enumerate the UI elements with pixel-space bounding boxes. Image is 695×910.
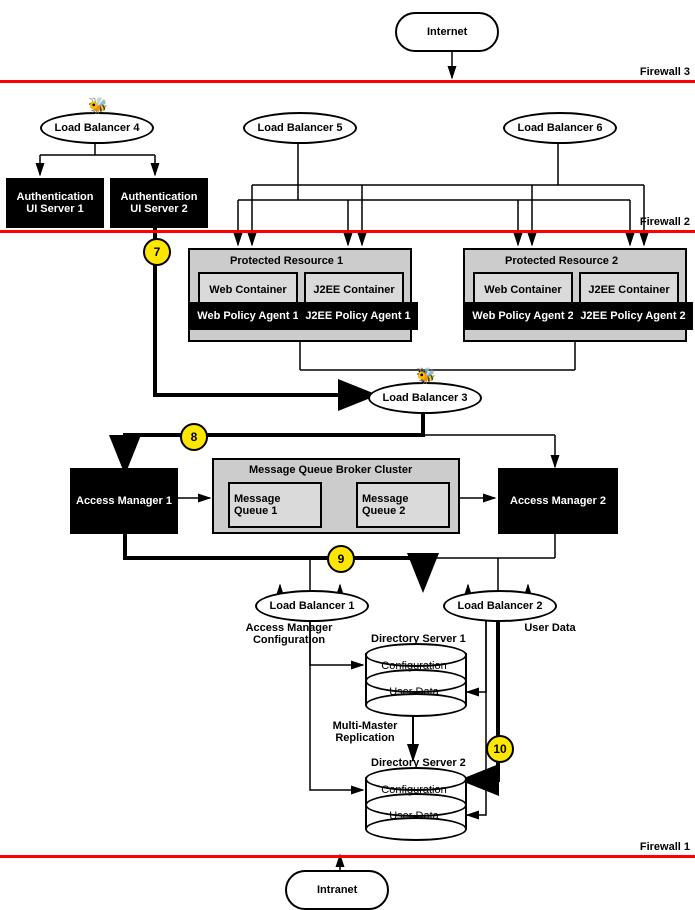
load-balancer-3: Load Balancer 3 xyxy=(368,382,482,414)
mmr-label: Multi-Master Replication xyxy=(320,720,410,744)
mq-broker-cluster: Message Queue Broker Cluster Message Que… xyxy=(212,458,460,534)
marker-10: 10 xyxy=(486,735,514,763)
bee-icon: 🐝 xyxy=(88,96,108,116)
load-balancer-6: Load Balancer 6 xyxy=(503,112,617,144)
firewall-2-label: Firewall 2 xyxy=(640,216,690,228)
firewall-3-label: Firewall 3 xyxy=(640,66,690,78)
web-policy-agent-2: Web Policy Agent 2 xyxy=(465,302,581,330)
web-policy-agent-1: Web Policy Agent 1 xyxy=(190,302,306,330)
message-queue-2: Message Queue 2 xyxy=(356,482,450,528)
ds1-config: Configuration xyxy=(365,660,463,672)
directory-server-2: Configuration User Data xyxy=(365,767,463,837)
j2ee-policy-agent-2: J2EE Policy Agent 2 xyxy=(573,302,693,330)
firewall-1-label: Firewall 1 xyxy=(640,841,690,853)
directory-server-1: Configuration User Data xyxy=(365,643,463,713)
auth-ui-server-2: Authentication UI Server 2 xyxy=(110,178,208,228)
access-manager-1: Access Manager 1 xyxy=(70,468,178,534)
load-balancer-1: Load Balancer 1 xyxy=(255,590,369,622)
ds2-config: Configuration xyxy=(365,784,463,796)
marker-8: 8 xyxy=(180,423,208,451)
cloud-label-intranet: Intranet xyxy=(317,884,357,896)
pr2-title: Protected Resource 2 xyxy=(505,255,618,267)
bee-icon-2: 🐝 xyxy=(416,366,436,386)
message-queue-1: Message Queue 1 xyxy=(228,482,322,528)
cloud-internet: Internet xyxy=(395,12,499,52)
user-data-label: User Data xyxy=(510,622,590,634)
am-config-label: Access Manager Configuration xyxy=(234,622,344,646)
mq-title: Message Queue Broker Cluster xyxy=(249,464,412,476)
load-balancer-4: Load Balancer 4 xyxy=(40,112,154,144)
access-manager-2: Access Manager 2 xyxy=(498,468,618,534)
load-balancer-5: Load Balancer 5 xyxy=(243,112,357,144)
marker-9: 9 xyxy=(327,545,355,573)
firewall-2-line xyxy=(0,230,695,233)
j2ee-policy-agent-1: J2EE Policy Agent 1 xyxy=(298,302,418,330)
marker-7: 7 xyxy=(143,238,171,266)
cloud-label: Internet xyxy=(427,26,467,38)
firewall-3-line xyxy=(0,80,695,83)
firewall-1-line xyxy=(0,855,695,858)
ds1-userdata: User Data xyxy=(365,686,463,698)
pr1-title: Protected Resource 1 xyxy=(230,255,343,267)
ds2-userdata: User Data xyxy=(365,810,463,822)
cloud-intranet: Intranet xyxy=(285,870,389,910)
load-balancer-2: Load Balancer 2 xyxy=(443,590,557,622)
auth-ui-server-1: Authentication UI Server 1 xyxy=(6,178,104,228)
